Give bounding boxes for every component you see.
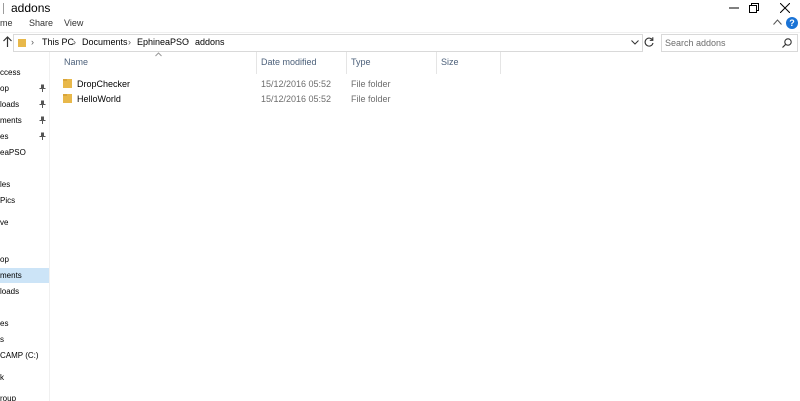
minimize-icon	[729, 7, 739, 9]
ribbon-expand-icon[interactable]	[773, 19, 782, 25]
tab-view[interactable]: View	[64, 18, 83, 28]
tab-home[interactable]: me	[0, 18, 13, 28]
close-icon	[780, 3, 790, 13]
nav-item-onedrive[interactable]: ve	[0, 215, 49, 230]
file-list: Name Date modified Type Size DropChecker…	[51, 52, 800, 401]
folder-icon	[63, 94, 72, 103]
folder-icon	[63, 79, 72, 88]
nav-item-quick-access[interactable]: ccess	[0, 65, 49, 80]
file-row[interactable]: HelloWorld 15/12/2016 05:52 File folder	[63, 92, 797, 107]
breadcrumb-documents[interactable]: Documents	[82, 37, 128, 47]
search-box[interactable]	[661, 34, 798, 52]
file-type: File folder	[351, 79, 391, 89]
address-bar[interactable]: › This PC › Documents › EphineaPSO › add…	[13, 34, 643, 52]
nav-item-pictures[interactable]: es	[0, 129, 49, 144]
search-input[interactable]	[665, 37, 775, 49]
breadcrumb-separator: ›	[31, 37, 34, 47]
column-divider[interactable]	[436, 52, 437, 74]
breadcrumb-this-pc[interactable]: This PC	[42, 37, 74, 47]
file-name: DropChecker	[77, 79, 131, 89]
nav-item-desktop[interactable]: op	[0, 81, 49, 96]
nav-item-files[interactable]: les	[0, 177, 49, 192]
column-header-date-modified[interactable]: Date modified	[261, 57, 317, 67]
title-separator	[3, 3, 4, 14]
pin-icon	[39, 84, 46, 92]
column-header-type[interactable]: Type	[351, 57, 371, 67]
breadcrumb-ephineapso[interactable]: EphineaPSO	[137, 37, 189, 47]
nav-item-pics[interactable]: Pics	[0, 193, 49, 208]
folder-icon	[18, 39, 26, 47]
file-type: File folder	[351, 94, 391, 104]
breadcrumb-separator: ›	[128, 37, 131, 47]
nav-item-bootcamp-drive[interactable]: CAMP (C:)	[0, 348, 49, 363]
nav-item-ephineapso[interactable]: eaPSO	[0, 145, 49, 160]
column-divider[interactable]	[500, 52, 501, 74]
column-divider[interactable]	[346, 52, 347, 74]
navigation-pane: ccess op loads ments es eaPSO les Pics v…	[0, 52, 50, 401]
restore-icon	[749, 3, 759, 13]
ribbon-tabs: me Share View ?	[0, 16, 800, 32]
refresh-icon[interactable]	[643, 36, 655, 48]
window-title: addons	[11, 1, 51, 15]
column-header-name[interactable]: Name	[64, 57, 88, 67]
pin-icon	[39, 132, 46, 140]
breadcrumb-addons[interactable]: addons	[195, 37, 225, 47]
nav-item-pictures-pc[interactable]: es	[0, 316, 49, 331]
nav-item-videos-pc[interactable]: s	[0, 332, 49, 347]
pin-icon	[39, 116, 46, 124]
address-row: › This PC › Documents › EphineaPSO › add…	[0, 32, 800, 52]
close-button[interactable]	[770, 0, 800, 16]
breadcrumb-separator: ›	[73, 37, 76, 47]
file-date: 15/12/2016 05:52	[261, 79, 332, 89]
nav-item-network[interactable]: k	[0, 370, 49, 385]
nav-item-downloads[interactable]: loads	[0, 97, 49, 112]
sort-ascending-icon	[155, 52, 162, 57]
tab-share[interactable]: Share	[29, 18, 53, 28]
title-bar: addons	[0, 0, 800, 16]
file-date: 15/12/2016 05:52	[261, 94, 332, 104]
nav-item-documents-pc[interactable]: ments	[0, 268, 49, 283]
pin-icon	[39, 100, 46, 108]
nav-item-downloads-pc[interactable]: loads	[0, 284, 49, 299]
search-icon[interactable]	[782, 38, 792, 48]
nav-item-homegroup[interactable]: roup	[0, 391, 49, 401]
column-divider[interactable]	[256, 52, 257, 74]
file-name: HelloWorld	[77, 94, 121, 104]
up-arrow-icon[interactable]	[3, 36, 12, 47]
chevron-down-icon[interactable]	[631, 40, 639, 45]
help-icon[interactable]: ?	[786, 17, 798, 29]
restore-button[interactable]	[739, 0, 769, 16]
nav-item-documents[interactable]: ments	[0, 113, 49, 128]
file-row[interactable]: DropChecker 15/12/2016 05:52 File folder	[63, 77, 797, 92]
breadcrumb-separator: ›	[186, 37, 189, 47]
nav-item-desktop-pc[interactable]: op	[0, 252, 49, 267]
column-header-size[interactable]: Size	[441, 57, 459, 67]
